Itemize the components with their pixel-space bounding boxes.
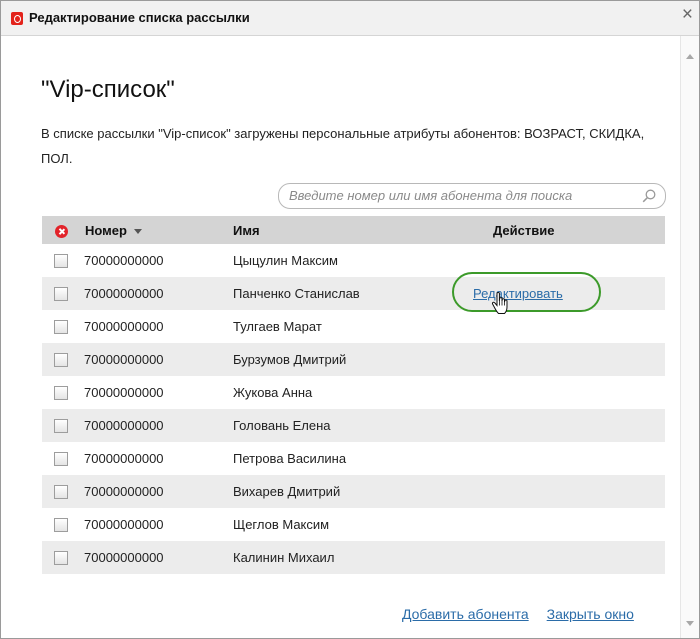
number-cell: 70000000000 [84,385,164,400]
action-header-label: Действие [493,222,555,238]
title-bar[interactable]: Редактирование списка рассылки × [1,1,699,36]
search-box[interactable] [278,183,666,209]
list-description: В списке рассылки "Vip-список" загружены… [41,126,645,166]
table-row: 70000000000 Жукова Анна [42,376,665,409]
name-header-label: Имя [233,222,260,238]
table-row: 70000000000 Тулгаев Марат [42,310,665,343]
table-row: 70000000000 Вихарев Дмитрий [42,475,665,508]
row-checkbox-cell [42,409,80,442]
select-column-header[interactable] [42,216,80,244]
row-checkbox-cell [42,244,80,277]
row-checkbox-cell [42,343,80,376]
number-header-label: Номер [85,222,127,238]
subscribers-table: Номер Имя Действие 70000000000 Цыцулин М… [42,216,665,574]
action-cell: Редактировать [452,272,665,314]
action-cell [466,409,665,442]
name-cell: Бурзумов Дмитрий [229,343,466,376]
sort-down-icon[interactable] [133,228,142,234]
number-cell: 70000000000 [84,451,164,466]
table-row: 70000000000 Калинин Михаил [42,541,665,574]
row-checkbox-cell [42,376,80,409]
vertical-scrollbar[interactable] [680,36,699,638]
dialog-title: Редактирование списка рассылки [29,10,250,25]
row-checkbox-cell [42,442,80,475]
edit-link[interactable]: Редактировать [473,286,563,301]
row-checkbox[interactable] [54,452,68,467]
action-cell [466,541,665,574]
table-row: 70000000000 Щеглов Максим [42,508,665,541]
row-checkbox[interactable] [54,485,68,500]
add-subscriber-link[interactable]: Добавить абонента [402,606,529,622]
name-cell: Панченко Станислав [229,277,466,310]
row-checkbox[interactable] [54,551,68,566]
hand-cursor-icon [491,292,508,314]
row-checkbox-cell [42,310,80,343]
number-cell: 70000000000 [80,541,229,574]
name-cell: Тулгаев Марат [233,319,322,334]
number-cell: 70000000000 [84,253,164,268]
row-checkbox[interactable] [54,353,68,368]
number-cell: 70000000000 [80,277,229,310]
number-cell: 70000000000 [80,343,229,376]
number-column-header[interactable]: Номер [80,216,229,244]
name-cell: Петрова Василина [233,451,347,466]
number-cell: 70000000000 [84,517,164,532]
edit-link-wrapper: Редактировать [452,272,601,314]
footer-actions: Добавить абонента Закрыть окно [402,606,634,622]
table-row: 70000000000 Бурзумов Дмитрий [42,343,665,376]
row-checkbox[interactable] [54,254,68,269]
row-checkbox-cell [42,277,80,310]
action-cell [466,508,665,541]
close-icon[interactable]: × [682,5,693,25]
number-cell: 70000000000 [84,319,164,334]
number-cell: 70000000000 [80,409,229,442]
name-cell: Цыцулин Максим [233,253,338,268]
close-window-link[interactable]: Закрыть окно [547,606,634,622]
row-checkbox[interactable] [54,386,68,401]
table-header-row: Номер Имя Действие [42,216,665,244]
row-checkbox[interactable] [54,419,68,434]
name-cell: Головань Елена [229,409,466,442]
number-cell: 70000000000 [80,475,229,508]
row-checkbox-cell [42,541,80,574]
table-row: 70000000000 Панченко Станислав Редактиро… [42,272,665,314]
name-cell: Калинин Михаил [229,541,466,574]
action-cell [466,343,665,376]
scroll-up-icon[interactable] [686,54,694,59]
action-cell [466,376,665,409]
operator-logo-icon [11,12,23,25]
search-input[interactable] [289,186,629,204]
row-checkbox[interactable] [54,320,68,335]
row-checkbox-cell [42,475,80,508]
name-column-header: Имя [229,216,466,244]
action-cell [466,442,665,475]
row-checkbox[interactable] [54,287,68,302]
row-checkbox-cell [42,508,80,541]
cancel-icon[interactable] [54,224,68,238]
name-cell: Щеглов Максим [233,517,330,532]
scroll-down-icon[interactable] [686,621,694,626]
table-row: 70000000000 Петрова Василина [42,442,665,475]
name-cell: Жукова Анна [233,385,313,400]
row-checkbox[interactable] [54,518,68,533]
list-name-heading: "Vip-список" [41,76,175,103]
table-row: 70000000000 Головань Елена [42,409,665,442]
action-column-header: Действие [466,216,665,244]
search-icon[interactable] [642,189,656,203]
action-cell [466,475,665,508]
edit-mailing-list-dialog: Редактирование списка рассылки × "Vip-сп… [0,0,700,639]
name-cell: Вихарев Дмитрий [229,475,466,508]
